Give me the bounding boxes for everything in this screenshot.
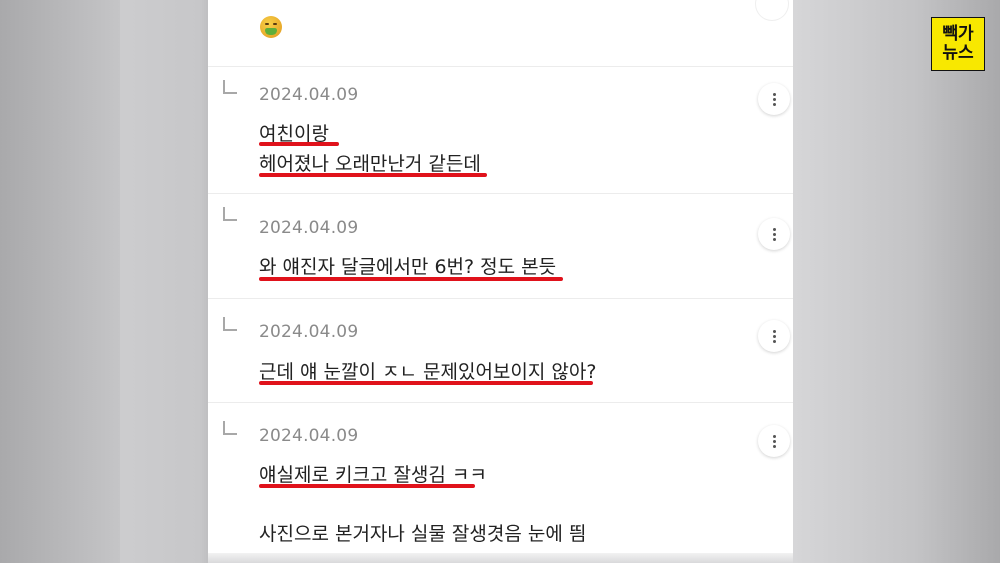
highlight-underline xyxy=(259,381,593,385)
comment-panel: 2024.04.09 여친이랑 헤어졌나 오래만난거 같든데 2024.04.0… xyxy=(208,0,793,563)
comment-date: 2024.04.09 xyxy=(259,322,359,342)
comment-text-line: 와 얘진자 달글에서만 6번? 정도 본듯 xyxy=(259,256,557,278)
comment-date: 2024.04.09 xyxy=(259,426,359,446)
reply-arrow-icon xyxy=(223,80,237,94)
reply-arrow-icon xyxy=(223,421,237,435)
comment-date: 2024.04.09 xyxy=(259,218,359,238)
logo-line-1: 빽가 xyxy=(942,24,974,44)
logo-line-2: 뉴스 xyxy=(942,43,974,63)
bottom-edge xyxy=(208,553,793,563)
comment-item: 2024.04.09 여친이랑 헤어졌나 오래만난거 같든데 xyxy=(208,66,793,193)
more-options-button[interactable] xyxy=(758,320,790,352)
comment-date: 2024.04.09 xyxy=(259,85,359,105)
more-options-button[interactable] xyxy=(758,83,790,115)
comment-item: 2024.04.09 와 얘진자 달글에서만 6번? 정도 본듯 xyxy=(208,193,793,298)
background-left xyxy=(0,0,120,563)
background-right xyxy=(793,0,1000,563)
reply-arrow-icon xyxy=(223,207,237,221)
highlight-underline xyxy=(259,277,563,281)
reply-arrow-icon xyxy=(223,317,237,331)
more-options-button[interactable] xyxy=(758,425,790,457)
highlight-underline xyxy=(259,484,475,488)
more-options-button-top[interactable] xyxy=(756,0,788,20)
more-options-button[interactable] xyxy=(758,218,790,250)
highlight-underline xyxy=(259,173,487,177)
comment-item: 2024.04.09 얘실제로 키크고 잘생김 ㅋㅋ 사진으로 본거자나 실물 … xyxy=(208,402,793,563)
comment-text-line: 얘실제로 키크고 잘생김 ㅋㅋ xyxy=(259,464,487,486)
comment-text-line: 헤어졌나 오래만난거 같든데 xyxy=(259,153,481,175)
nauseated-face-icon xyxy=(260,16,282,38)
comment-text-line: 근데 얘 눈깔이 ㅈㄴ 문제있어보이지 않아? xyxy=(259,361,597,383)
highlight-underline xyxy=(259,142,339,146)
channel-logo: 빽가 뉴스 xyxy=(931,17,985,71)
comment-text-line: 사진으로 본거자나 실물 잘생겻음 눈에 띔 xyxy=(259,523,587,545)
comment-item: 2024.04.09 근데 얘 눈깔이 ㅈㄴ 문제있어보이지 않아? xyxy=(208,298,793,402)
